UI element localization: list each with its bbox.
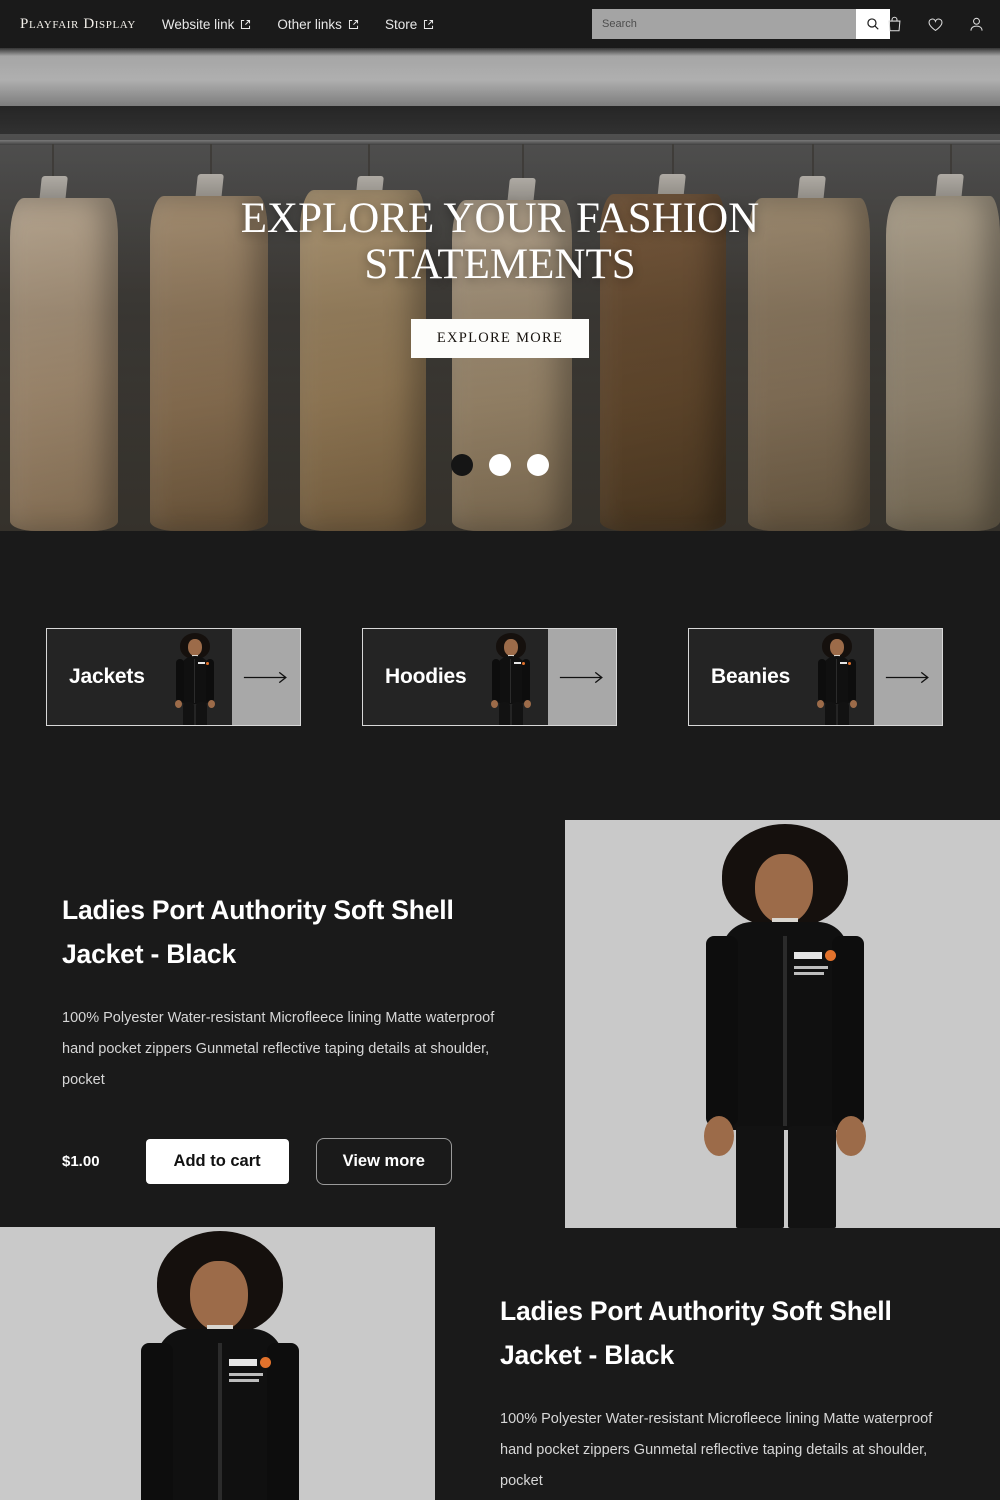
category-label: Beanies (711, 665, 791, 688)
nav-label: Store (384, 16, 418, 32)
category-card-body: Jackets (47, 629, 232, 725)
carousel-dot-1[interactable] (451, 454, 473, 476)
search-icon (867, 18, 879, 30)
category-thumbnail (474, 629, 548, 725)
header-icon-group (885, 0, 986, 48)
arrow-right-icon (885, 671, 929, 683)
product-image-1[interactable] (565, 820, 1000, 1228)
arrow-right-icon (559, 671, 603, 683)
primary-nav: Website link Other links Store (162, 17, 434, 32)
product-title: Ladies Port Authority Soft Shell Jacket … (62, 895, 454, 970)
nav-item-other-links[interactable]: Other links (277, 17, 359, 32)
external-link-icon (240, 19, 251, 30)
category-label: Jackets (69, 665, 145, 688)
page-root: Playfair Display Website link Other link… (0, 0, 1000, 1500)
explore-more-button[interactable]: EXPLORE MORE (410, 319, 590, 359)
add-to-cart-button[interactable]: Add to cart (145, 1139, 289, 1185)
product-price: $1.00 (62, 1153, 100, 1171)
nav-item-store[interactable]: Store (385, 17, 434, 32)
category-card-hoodies[interactable]: Hoodies (362, 628, 617, 726)
product-title: Ladies Port Authority Soft Shell Jacket … (500, 1296, 892, 1371)
brand-logo[interactable]: Playfair Display (20, 16, 136, 33)
category-card-body: Hoodies (363, 629, 548, 725)
nav-item-website-link[interactable]: Website link (162, 17, 252, 32)
product-info-1: Ladies Port Authority Soft Shell Jacket … (62, 888, 522, 1186)
category-card-row: Jackets Hoodies Beanies (0, 628, 1000, 728)
hero-title: EXPLORE YOUR FASHION STATEMENTS (240, 195, 760, 288)
product-info-2: Ladies Port Authority Soft Shell Jacket … (500, 1289, 960, 1497)
category-arrow-panel[interactable] (548, 629, 616, 725)
view-more-button[interactable]: View more (315, 1138, 452, 1186)
site-header: Playfair Display Website link Other link… (0, 0, 1000, 48)
carousel-dots (0, 454, 1000, 476)
product-description: 100% Polyester Water-resistant Microflee… (62, 1009, 495, 1088)
carousel-dot-2[interactable] (489, 454, 511, 476)
hero-carousel: EXPLORE YOUR FASHION STATEMENTS EXPLORE … (0, 48, 1000, 531)
nav-label: Other links (277, 16, 342, 32)
external-link-icon (423, 19, 434, 30)
nav-label: Website link (161, 16, 235, 32)
search-input[interactable] (592, 9, 856, 39)
category-arrow-panel[interactable] (232, 629, 300, 725)
category-thumbnail (158, 629, 232, 725)
arrow-right-icon (243, 671, 287, 683)
shopping-bag-icon[interactable] (885, 15, 904, 34)
category-thumbnail (800, 629, 874, 725)
heart-icon[interactable] (926, 15, 945, 34)
category-card-beanies[interactable]: Beanies (688, 628, 943, 726)
account-icon[interactable] (967, 15, 986, 34)
carousel-dot-3[interactable] (527, 454, 549, 476)
category-arrow-panel[interactable] (874, 629, 942, 725)
category-card-body: Beanies (689, 629, 874, 725)
product-actions: $1.00 Add to cart View more (62, 1138, 522, 1186)
external-link-icon (348, 19, 359, 30)
category-card-jackets[interactable]: Jackets (46, 628, 301, 726)
product-image-2[interactable] (0, 1227, 435, 1500)
search-bar (592, 9, 890, 39)
category-label: Hoodies (385, 665, 467, 688)
product-description: 100% Polyester Water-resistant Microflee… (500, 1410, 933, 1489)
